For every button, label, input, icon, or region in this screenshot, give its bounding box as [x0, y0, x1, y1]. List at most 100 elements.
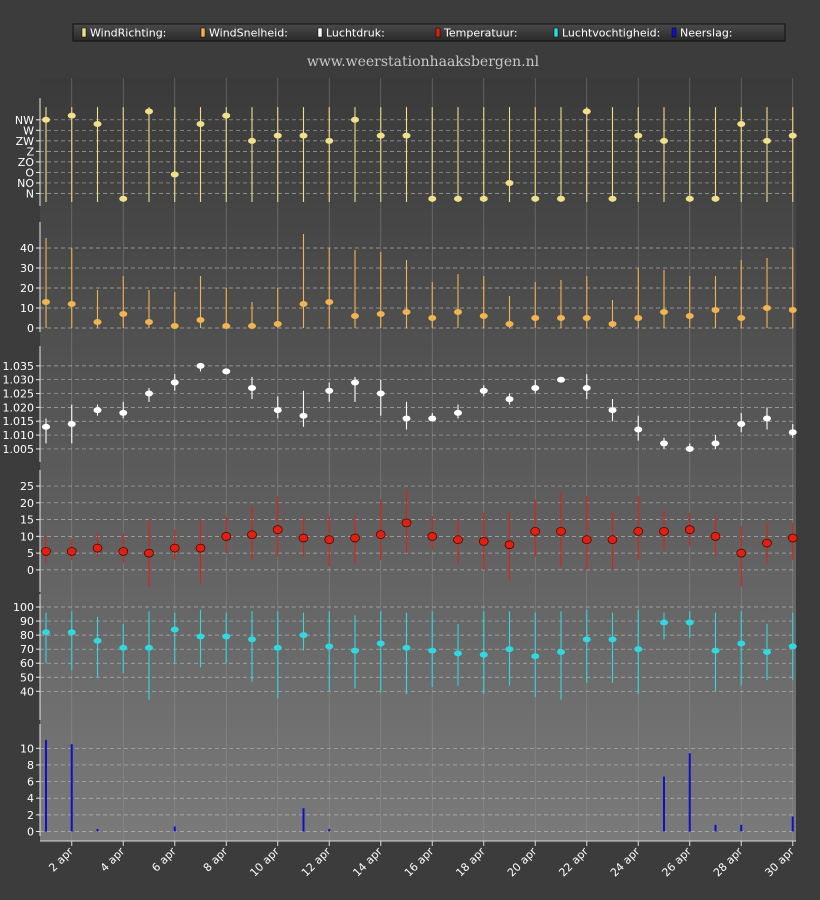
point-23: [608, 195, 617, 202]
point-19: [505, 646, 514, 653]
point-11: [298, 533, 309, 543]
point-26: [685, 619, 694, 626]
point-7: [196, 633, 205, 640]
y-tick-label: 90: [20, 615, 34, 628]
point-18: [479, 651, 488, 658]
point-8: [221, 532, 232, 541]
x-tick-label: 24 apr: [608, 845, 643, 880]
point-15: [402, 132, 411, 139]
point-12: [324, 535, 335, 545]
point-17: [453, 535, 463, 545]
point-10: [272, 525, 283, 534]
x-tick-label: 30 apr: [762, 845, 797, 880]
legend: WindRichting: WindSnelheid: Luchtdruk: Temp…: [72, 23, 786, 42]
point-25: [660, 440, 668, 447]
point-20: [531, 385, 540, 391]
legend-label-1: WindSnelheid:: [209, 27, 288, 40]
point-29: [763, 648, 771, 655]
point-7: [196, 317, 205, 323]
point-17: [454, 650, 462, 657]
point-18: [479, 313, 488, 319]
point-10: [273, 407, 282, 414]
y-tick-label: 80: [20, 629, 34, 642]
point-1: [41, 547, 51, 556]
y-tick-label: 0: [27, 322, 34, 335]
point-10: [273, 644, 282, 651]
x-tick-label: 14 apr: [350, 845, 385, 880]
point-11: [299, 412, 308, 419]
point-28: [736, 548, 747, 558]
point-6: [170, 379, 179, 386]
legend-swatch-5: [671, 27, 677, 38]
point-7: [195, 543, 206, 553]
point-30: [787, 533, 798, 543]
point-20: [531, 195, 540, 202]
point-24: [634, 646, 643, 653]
point-18: [479, 195, 488, 202]
y-tick-label: 60: [20, 657, 34, 670]
point-4: [119, 195, 128, 202]
point-6: [169, 543, 180, 553]
point-13: [351, 116, 359, 123]
point-21: [557, 195, 565, 202]
precip-bar-25: [663, 776, 665, 832]
point-2: [67, 629, 76, 636]
y-tick-label: 5: [27, 547, 34, 560]
point-20: [531, 315, 540, 321]
y-tick-label: NW: [15, 114, 34, 127]
x-tick-label: 10 apr: [247, 845, 282, 880]
precip-bar-6: [173, 826, 176, 832]
point-22: [581, 535, 592, 545]
point-7: [196, 121, 205, 127]
site-title: www.weerstationhaaksbergen.nl: [307, 54, 540, 70]
point-18: [479, 387, 488, 394]
x-tick-label: 16 apr: [402, 845, 437, 880]
point-6: [170, 171, 179, 178]
y-tick-label: 10: [20, 530, 34, 543]
point-8: [222, 633, 231, 640]
y-tick-label: 40: [20, 685, 34, 698]
precip-bar-1: [45, 739, 47, 832]
point-17: [454, 409, 462, 416]
y-tick-label: 25: [20, 480, 34, 493]
point-11: [299, 301, 308, 307]
legend-box: [72, 23, 786, 42]
point-19: [505, 321, 514, 327]
point-16: [428, 315, 437, 321]
point-22: [582, 315, 591, 321]
point-3: [92, 543, 103, 553]
y-tick-label: 50: [20, 671, 34, 684]
legend-label-3: Temperatuur:: [443, 27, 518, 40]
point-5: [145, 108, 153, 115]
point-8: [222, 323, 231, 329]
legend-label-2: Luchtdruk:: [326, 27, 385, 40]
precip-bar-3: [96, 829, 99, 832]
point-1: [42, 116, 50, 123]
point-21: [557, 648, 565, 655]
x-tick-label: 8 apr: [201, 845, 231, 875]
x-tick-label: 28 apr: [711, 845, 746, 880]
point-25: [659, 526, 669, 536]
point-16: [428, 415, 437, 422]
point-28: [737, 315, 746, 321]
point-11: [299, 132, 308, 139]
y-tick-label: 1.015: [3, 415, 35, 428]
precip-bar-12: [328, 829, 331, 832]
point-3: [93, 319, 102, 325]
point-4: [119, 311, 128, 317]
point-19: [505, 179, 514, 186]
y-tick-label: 0: [27, 564, 34, 577]
precip-bar-30: [791, 816, 794, 832]
point-2: [66, 547, 77, 556]
point-13: [351, 313, 359, 319]
x-tick-label: 6 apr: [149, 845, 179, 875]
point-18: [478, 537, 489, 546]
point-26: [685, 195, 694, 202]
point-14: [376, 640, 385, 647]
point-23: [608, 321, 617, 327]
point-13: [350, 533, 360, 543]
y-tick-label: 10: [20, 742, 34, 755]
legend-swatch-4: [553, 27, 559, 38]
point-17: [454, 309, 462, 315]
point-5: [145, 319, 153, 325]
